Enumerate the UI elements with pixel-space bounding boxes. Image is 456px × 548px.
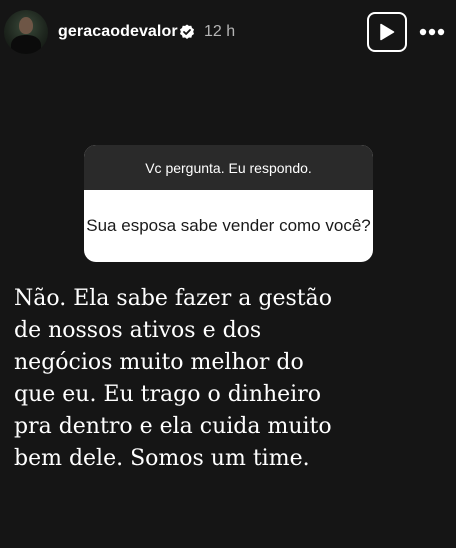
answer-line: pra dentro e ela cuida muito xyxy=(14,414,332,439)
story-viewer: geracaodevalor 12 h Vc pergunta. Eu resp… xyxy=(0,0,456,548)
play-button[interactable] xyxy=(367,12,407,52)
question-sticker[interactable]: Vc pergunta. Eu respondo. Sua esposa sab… xyxy=(84,145,373,262)
question-sticker-title: Vc pergunta. Eu respondo. xyxy=(145,159,312,176)
answer-line: Não. Ela sabe fazer a gestão xyxy=(14,286,333,311)
avatar-body xyxy=(11,35,41,54)
more-dots-icon xyxy=(419,28,445,36)
verified-badge-icon xyxy=(179,24,195,40)
answer-line: negócios muito melhor do xyxy=(14,350,304,375)
question-sticker-header: Vc pergunta. Eu respondo. xyxy=(84,145,373,190)
avatar-head xyxy=(19,17,33,34)
question-sticker-question: Sua esposa sabe vender como você? xyxy=(86,216,371,235)
answer-line: que eu. Eu trago o dinheiro xyxy=(14,382,321,407)
post-timestamp: 12 h xyxy=(204,23,236,40)
answer-line: bem dele. Somos um time. xyxy=(14,446,310,471)
story-header: geracaodevalor 12 h xyxy=(0,0,456,64)
username[interactable]: geracaodevalor xyxy=(58,22,178,42)
play-icon xyxy=(380,23,395,41)
avatar[interactable] xyxy=(4,10,48,54)
more-options-button[interactable] xyxy=(414,18,450,46)
answer-line: de nossos ativos e dos xyxy=(14,318,262,343)
answer-text: Não. Ela sabe fazer a gestão de nossos a… xyxy=(14,283,434,475)
